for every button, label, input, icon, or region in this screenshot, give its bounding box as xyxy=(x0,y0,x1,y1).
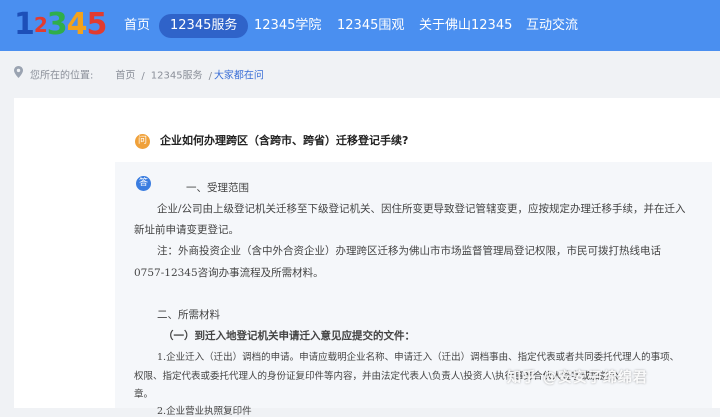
breadcrumb: 您所在的位置: 首页/12345服务 / 大家都在问 xyxy=(14,66,264,84)
logo-12345[interactable]: 12345 xyxy=(14,5,107,45)
answer-heading-2: 二、所需材料 xyxy=(157,309,220,321)
answer-list-item: 章。 xyxy=(134,389,154,400)
answer-badge-icon: 答 xyxy=(136,176,151,191)
breadcrumb-separator: / xyxy=(141,70,145,82)
question-badge-icon: 问 xyxy=(135,133,150,149)
location-pin-icon xyxy=(14,66,23,85)
nav-item-watch[interactable]: 12345围观 xyxy=(337,14,404,38)
answer-note: 0757-12345咨询办事流程及所需材料。 xyxy=(134,267,324,279)
answer-list-item: 2.企业营业执照复印件 xyxy=(157,406,252,417)
question-text: 企业如何办理跨区（含跨市、跨省）迁移登记手续? xyxy=(160,134,409,147)
breadcrumb-current: 大家都在问 xyxy=(213,70,264,82)
answer-list-item: 1.企业迁入（迁出）调档的申请。申请应载明企业名称、申请迁入（迁出）调档事由、指… xyxy=(157,352,680,363)
question-title: 问企业如何办理跨区（含跨市、跨省）迁移登记手续? xyxy=(135,132,408,150)
top-nav-bar: 12345 首页 12345服务 12345学院 12345围观 关于佛山123… xyxy=(0,0,720,51)
answer-paragraph: 企业/公司由上级登记机关迁移至下级登记机关、因住所变更导致登记管辖变更，应按规定… xyxy=(157,203,686,215)
nav-item-home[interactable]: 首页 xyxy=(124,14,150,38)
answer-subheading: （一）到迁入地登记机关申请迁入意见应提交的文件： xyxy=(163,330,415,342)
breadcrumb-home[interactable]: 首页 xyxy=(115,71,135,82)
breadcrumb-prefix: 您所在的位置: xyxy=(30,70,94,82)
breadcrumb-separator: / xyxy=(208,70,212,82)
nav-item-service[interactable]: 12345服务 xyxy=(159,14,249,38)
zhihu-watermark: 知乎 @安安子绵绵君 xyxy=(507,370,648,386)
logo-text: 12345 xyxy=(14,7,107,42)
nav-item-academy[interactable]: 12345学院 xyxy=(254,14,321,38)
nav-item-about[interactable]: 关于佛山12345 xyxy=(419,14,512,38)
answer-heading-1: 一、受理范围 xyxy=(186,182,249,194)
nav-item-interaction[interactable]: 互动交流 xyxy=(526,14,578,38)
breadcrumb-service[interactable]: 12345服务 xyxy=(151,71,203,82)
answer-paragraph: 新址前申请变更登记。 xyxy=(134,224,239,236)
answer-note: 注：外商投资企业（含中外合资企业）办理跨区迁移为佛山市市场监督管理局登记权限，市… xyxy=(157,245,661,257)
